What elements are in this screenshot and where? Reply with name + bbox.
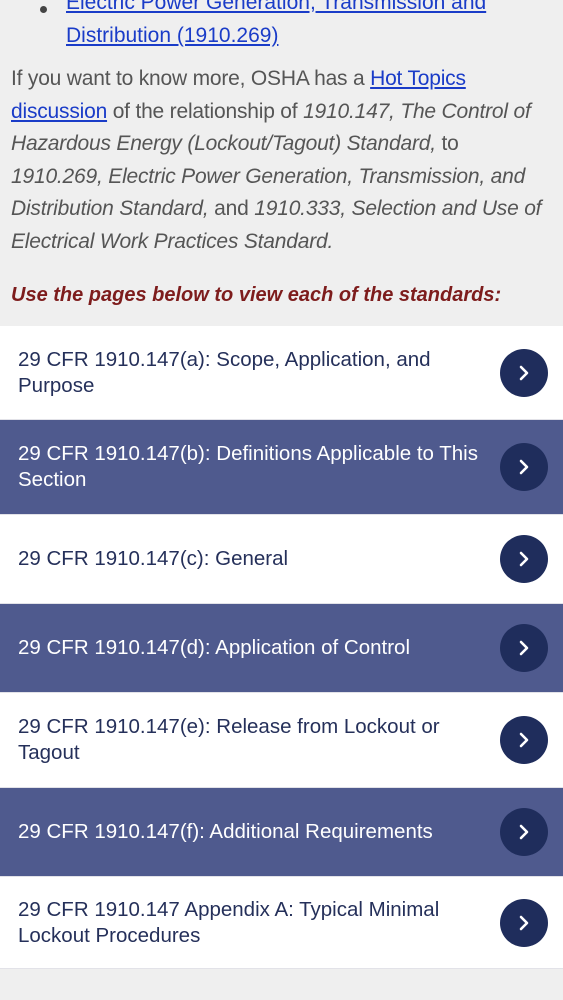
list-item-label: 29 CFR 1910.147 Appendix A: Typical Mini… <box>18 897 440 947</box>
list-item[interactable]: 29 CFR 1910.147(c): General <box>0 515 563 604</box>
list-item[interactable]: 29 CFR 1910.147(f): Additional Requireme… <box>0 788 563 877</box>
standards-list: 29 CFR 1910.147(a): Scope, Application, … <box>0 326 563 969</box>
list-item-label: 29 CFR 1910.147(b): Definitions Applicab… <box>18 442 478 491</box>
chevron-right-icon[interactable] <box>500 443 548 491</box>
list-item[interactable]: 29 CFR 1910.147(e): Release from Lockout… <box>0 693 563 788</box>
chevron-right-icon[interactable] <box>500 716 548 764</box>
link-line-1: Electric Power Generation, Transmission … <box>66 0 487 14</box>
chevron-right-icon[interactable] <box>500 348 548 397</box>
chevron-right-icon[interactable] <box>500 808 548 856</box>
list-item-label: 29 CFR 1910.147(e): Release from Lockout… <box>18 715 440 764</box>
section-prompt: Use the pages below to view each of the … <box>11 284 502 306</box>
list-item[interactable]: 29 CFR 1910.147(b): Definitions Applicab… <box>0 420 563 515</box>
page: Electric Power Generation, Transmission … <box>0 0 563 1000</box>
intro-text: If you want to know more, OSHA has a <box>11 67 371 90</box>
intro-paragraph: If you want to know more, OSHA has a Hot… <box>11 63 551 258</box>
list-item-label: 29 CFR 1910.147(a): Scope, Application, … <box>18 347 431 397</box>
list-item-label: 29 CFR 1910.147(f): Additional Requireme… <box>18 820 433 843</box>
link-line-2: Distribution (1910.269) <box>66 24 279 47</box>
list-item-label: 29 CFR 1910.147(c): General <box>18 547 289 570</box>
chevron-right-icon[interactable] <box>500 898 548 947</box>
list-item[interactable]: 29 CFR 1910.147(d): Application of Contr… <box>0 604 563 693</box>
intro-text: of the relationship of <box>107 99 304 123</box>
chevron-right-icon[interactable] <box>500 624 548 672</box>
list-item[interactable]: 29 CFR 1910.147 Appendix A: Typical Mini… <box>0 877 563 969</box>
chevron-right-icon[interactable] <box>500 535 548 583</box>
list-item-label: 29 CFR 1910.147(d): Application of Contr… <box>18 636 411 659</box>
intro-text: and <box>208 197 255 220</box>
bullet-dot-icon <box>40 6 47 13</box>
link-1910-269[interactable]: Electric Power Generation, Transmission … <box>66 0 536 52</box>
list-item[interactable]: 29 CFR 1910.147(a): Scope, Application, … <box>0 326 563 420</box>
intro-text: to <box>435 132 459 155</box>
